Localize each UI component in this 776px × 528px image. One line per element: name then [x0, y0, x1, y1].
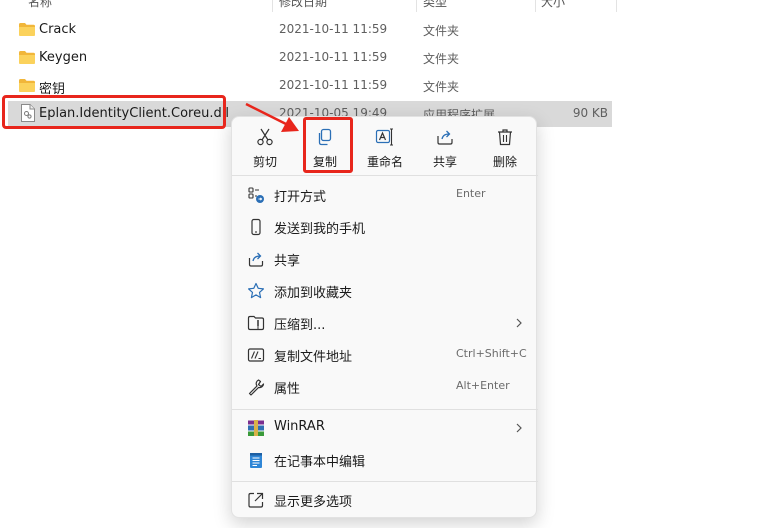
file-type: 文件夹: [423, 52, 460, 66]
wrench-icon: [248, 379, 265, 396]
menu-item-edit-notepad[interactable]: 在记事本中编辑: [236, 445, 534, 475]
open-with-icon: [248, 187, 264, 203]
menu-item-send-to-phone[interactable]: 发送到我的手机: [236, 212, 534, 242]
notepad-icon: [250, 453, 262, 468]
star-icon: [248, 282, 264, 299]
folder-icon: [19, 79, 35, 92]
delete-button[interactable]: 删除: [480, 123, 530, 171]
column-size[interactable]: 大小: [541, 0, 565, 10]
file-name: Crack: [39, 22, 77, 37]
menu-item-label: 共享: [274, 254, 301, 269]
trash-icon: [498, 129, 512, 146]
column-name[interactable]: 名称: [28, 0, 52, 10]
menu-item-copy-path[interactable]: 复制文件地址 Ctrl+Shift+C: [236, 340, 534, 370]
menu-item-compress-to[interactable]: 压缩到...: [236, 308, 534, 338]
chevron-right-icon: [516, 423, 522, 433]
menu-item-winrar[interactable]: WinRAR: [236, 413, 534, 443]
menu-item-properties[interactable]: 属性 Alt+Enter: [236, 372, 534, 402]
folder-icon: [19, 23, 35, 36]
menu-item-label: 添加到收藏夹: [274, 286, 353, 301]
show-more-icon: [248, 492, 264, 508]
highlight-box-file: [2, 95, 226, 129]
rename-button[interactable]: 重命名: [360, 123, 410, 171]
share-icon: [437, 130, 453, 145]
column-divider: [272, 0, 273, 12]
menu-item-label: WinRAR: [274, 419, 325, 434]
menu-divider: [232, 409, 538, 410]
file-date: 2021-10-11 11:59: [279, 50, 388, 64]
delete-label: 删除: [492, 155, 517, 169]
context-menu: 剪切 复制 重命名 共享 删除 打开方式 Enter 发送到我的手机 共享 添加…: [231, 116, 538, 518]
menu-item-add-favorites[interactable]: 添加到收藏夹: [236, 276, 534, 306]
rename-label: 重命名: [366, 155, 403, 169]
column-header: 名称 修改日期 类型 大小: [0, 0, 776, 12]
copy-path-icon: [247, 348, 265, 362]
column-type[interactable]: 类型: [423, 0, 447, 10]
menu-item-label: 压缩到...: [274, 318, 326, 333]
quick-action-bar: 剪切 复制 重命名 共享 删除: [232, 117, 538, 175]
menu-item-label: 属性: [274, 382, 301, 397]
column-divider: [416, 0, 417, 12]
column-divider: [535, 0, 536, 12]
file-size: 90 KB: [572, 106, 608, 120]
folder-icon: [19, 51, 35, 64]
menu-item-shortcut: Enter: [456, 187, 486, 200]
column-date[interactable]: 修改日期: [279, 0, 327, 10]
share-icon: [248, 252, 264, 267]
zip-folder-icon: [247, 315, 265, 331]
menu-item-share[interactable]: 共享: [236, 244, 534, 274]
scissors-icon: [257, 128, 273, 146]
share-button[interactable]: 共享: [420, 123, 470, 171]
menu-item-shortcut: Ctrl+Shift+C: [456, 347, 527, 360]
file-row-keygen[interactable]: Keygen 2021-10-11 11:59 文件夹: [8, 45, 612, 71]
menu-divider: [232, 481, 538, 482]
cut-label: 剪切: [252, 155, 277, 169]
file-type: 文件夹: [423, 80, 460, 94]
menu-item-label: 复制文件地址: [274, 350, 353, 365]
highlight-box-copy: [303, 117, 353, 173]
file-name: Keygen: [39, 50, 88, 65]
cut-button[interactable]: 剪切: [240, 123, 290, 171]
menu-divider: [232, 175, 538, 176]
menu-item-show-more[interactable]: 显示更多选项: [236, 485, 534, 515]
winrar-icon: [248, 420, 264, 436]
file-type: 文件夹: [423, 24, 460, 38]
rename-icon: [375, 128, 393, 146]
phone-icon: [251, 218, 261, 236]
menu-item-shortcut: Alt+Enter: [456, 379, 510, 392]
chevron-right-icon: [516, 318, 522, 328]
menu-item-open-with[interactable]: 打开方式 Enter: [236, 180, 534, 210]
file-date: 2021-10-11 11:59: [279, 22, 388, 36]
menu-item-label: 在记事本中编辑: [274, 455, 366, 470]
file-row-crack[interactable]: Crack 2021-10-11 11:59 文件夹: [8, 17, 612, 43]
menu-item-label: 打开方式: [274, 190, 327, 205]
file-date: 2021-10-11 11:59: [279, 78, 388, 92]
menu-item-label: 显示更多选项: [274, 495, 353, 510]
menu-item-label: 发送到我的手机: [274, 222, 366, 237]
column-divider: [616, 0, 617, 12]
share-label: 共享: [432, 155, 457, 169]
